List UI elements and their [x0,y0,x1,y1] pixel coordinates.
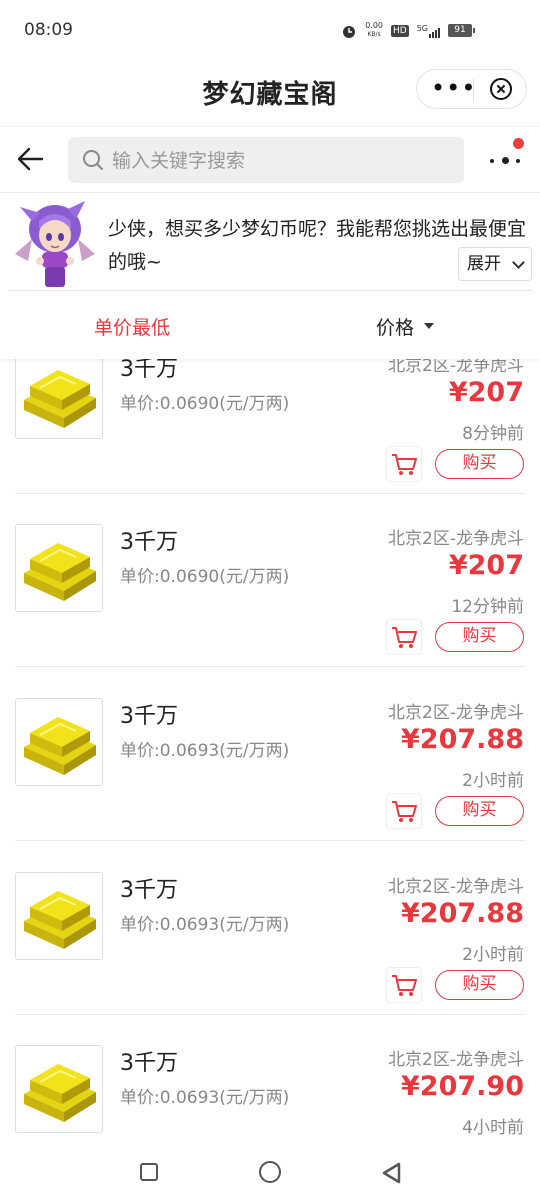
miniapp-capsule: ••• [416,69,527,109]
cart-icon[interactable] [386,793,422,829]
buy-button[interactable]: 购买 [435,796,524,826]
sort-unit-price-lowest[interactable]: 单价最低 [94,313,170,340]
listing-amount: 3千万 [120,359,178,382]
listing-unit-price: 单价:0.0693(元/万两) [120,915,290,935]
mascot-avatar [15,201,95,287]
listing-unit-price: 单价:0.0693(元/万两) [120,741,290,761]
listing-price: ¥207.88 [401,898,524,929]
more-options-button[interactable] [488,138,524,175]
dot-left [490,159,494,163]
net-speed: 0.00 KB/s [365,22,383,39]
assistant-banner: 少侠，想买多少梦幻币呢？我能帮您挑选出最便宜的哦~ 展开 [0,193,540,291]
listing-unit-price: 单价:0.0693(元/万两) [120,1088,290,1108]
listing-time: 12分钟前 [451,597,524,617]
more-menu-icon[interactable]: ••• [431,76,476,100]
listing-item[interactable]: 3千万 单价:0.0693(元/万两) 北京2区-龙争虎斗 ¥207.88 2小… [0,872,540,1046]
back-arrow-icon[interactable] [16,145,44,173]
status-icons: 0.00 KB/s HD 5G 91 [341,22,475,39]
gold-bar-icon [15,698,103,786]
close-icon[interactable] [490,78,512,100]
listing-amount: 3千万 [120,704,178,729]
gold-bar-icon [15,524,103,612]
status-time: 08:09 [24,20,73,40]
item-divider [15,493,525,494]
search-input[interactable] [110,137,454,185]
listing-time: 2小时前 [462,945,524,965]
listing-server: 北京2区-龙争虎斗 [388,703,524,723]
gold-bar-icon [15,359,103,439]
dropdown-triangle-icon[interactable] [424,323,434,329]
listing-item[interactable]: 3千万 单价:0.0690(元/万两) 北京2区-龙争虎斗 ¥207 12分钟前… [0,524,540,698]
listing-price: ¥207.90 [401,1071,524,1102]
back-triangle-icon[interactable] [380,1161,402,1185]
listing-item[interactable]: 3千万 单价:0.0693(元/万两) 北京2区-龙争虎斗 ¥207.90 4小… [0,1045,540,1139]
listing-time: 2小时前 [462,771,524,791]
listing-server: 北京2区-龙争虎斗 [388,877,524,897]
listing-amount: 3千万 [120,530,178,555]
signal-icon: 5G [417,24,440,38]
dot-center [502,157,509,164]
cart-icon[interactable] [386,619,422,655]
cart-icon[interactable] [386,446,422,482]
buy-button[interactable]: 购买 [435,970,524,1000]
capsule-divider [473,79,474,101]
status-bar: 08:09 0.00 KB/s HD 5G 91 [0,0,540,60]
listing-unit-price: 单价:0.0690(元/万两) [120,567,290,587]
buy-button[interactable]: 购买 [435,449,524,479]
search-icon [83,150,103,170]
expand-button[interactable]: 展开 [458,247,532,281]
battery-icon: 91 [448,24,475,37]
dot-right [516,159,520,163]
item-divider [15,840,525,841]
cart-icon[interactable] [386,967,422,1003]
listing-amount: 3千万 [120,878,178,903]
hd-badge: HD [391,24,409,37]
alarm-icon [343,25,356,38]
system-nav-bar [0,1139,540,1204]
recent-apps-icon[interactable] [140,1163,158,1181]
expand-label: 展开 [467,254,501,274]
listing-server: 北京2区-龙争虎斗 [388,359,524,376]
listing-time: 4小时前 [462,1118,524,1138]
listing-unit-price: 单价:0.0690(元/万两) [120,394,290,414]
net-speed-value: 0.00 [365,21,383,30]
listing-list: 3千万 单价:0.0690(元/万两) 北京2区-龙争虎斗 ¥207 8分钟前 … [0,359,540,1139]
sort-price[interactable]: 价格 [376,313,414,340]
listing-item[interactable]: 3千万 单价:0.0693(元/万两) 北京2区-龙争虎斗 ¥207.88 2小… [0,698,540,872]
item-divider [15,1014,525,1015]
listing-item[interactable]: 3千万 单价:0.0690(元/万两) 北京2区-龙争虎斗 ¥207 8分钟前 … [0,359,540,525]
sort-bar: 单价最低 价格 [0,291,540,359]
net-speed-unit: KB/s [367,31,381,38]
buy-button[interactable]: 购买 [435,622,524,652]
listing-price: ¥207.88 [401,724,524,755]
home-icon[interactable] [259,1161,281,1183]
listing-amount: 3千万 [120,1051,178,1076]
listing-price: ¥207 [448,377,524,408]
notification-dot-icon [513,138,524,149]
gold-bar-icon [15,1045,103,1133]
listing-time: 8分钟前 [462,424,524,444]
listing-server: 北京2区-龙争虎斗 [388,529,524,549]
search-bar [0,126,540,193]
listing-server: 北京2区-龙争虎斗 [388,1050,524,1070]
gold-bar-icon [15,872,103,960]
listing-price: ¥207 [448,550,524,581]
item-divider [15,666,525,667]
search-box[interactable] [68,137,464,185]
chevron-down-icon [512,256,525,269]
title-bar: 梦幻藏宝阁 ••• [0,60,540,126]
signal-label: 5G [416,23,428,33]
